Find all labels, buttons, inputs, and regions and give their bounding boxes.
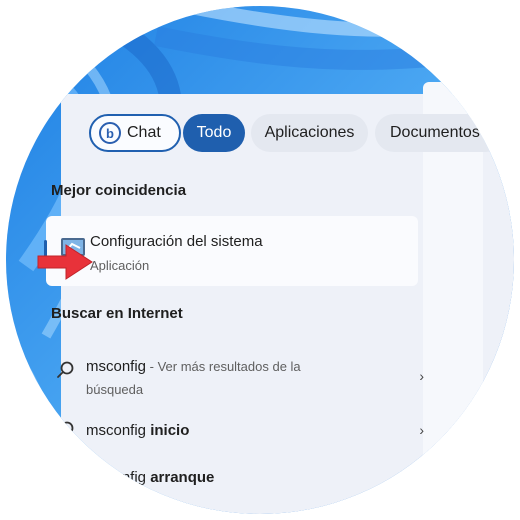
web-result-2[interactable]: msconfig inicio › [56, 414, 424, 444]
web-result-2-bold: inicio [146, 422, 190, 439]
web-result-1-suffix: - Ver más resultados de la [146, 359, 301, 374]
chat-chip[interactable]: b Chat [89, 114, 181, 152]
chat-chip-label: Chat [127, 124, 161, 141]
search-icon [57, 421, 74, 438]
all-chip-label: Todo [196, 124, 232, 141]
magnifier-circle: b Chat Todo Aplicaciones Documentos Mejo… [6, 6, 514, 514]
best-match-heading: Mejor coincidencia [51, 182, 187, 199]
web-result-1-text: msconfig - Ver más resultados de la [86, 358, 301, 375]
web-result-3-text: msconfig arranque [86, 469, 214, 486]
web-result-3-bold: arranque [146, 469, 215, 486]
web-result-1[interactable]: msconfig - Ver más resultados de la búsq… [56, 350, 424, 400]
best-match-subtitle: Aplicación [90, 258, 150, 273]
web-result-3[interactable]: msconfig arranque [56, 461, 416, 491]
documents-chip[interactable]: Documentos [375, 114, 505, 152]
chevron-right-icon: › [419, 368, 424, 384]
bing-chat-icon: b [99, 122, 121, 144]
web-result-2-text: msconfig inicio [86, 422, 189, 439]
search-icon [57, 361, 74, 378]
chevron-right-icon: › [419, 422, 424, 438]
web-result-1-query: msconfig [86, 358, 147, 375]
web-search-heading: Buscar en Internet [51, 305, 183, 322]
web-result-3-query: msconfig [86, 469, 147, 486]
search-icon [57, 468, 74, 485]
apps-chip-label: Aplicaciones [264, 124, 355, 141]
web-result-2-query: msconfig [86, 422, 147, 439]
apps-chip[interactable]: Aplicaciones [251, 114, 368, 152]
best-match-result[interactable] [46, 216, 418, 286]
web-result-1-suffix-2: búsqueda [86, 382, 144, 397]
red-arrow-pointer [37, 244, 93, 280]
documents-chip-label: Documentos [390, 124, 480, 141]
best-match-title: Configuración del sistema [90, 233, 263, 250]
all-chip[interactable]: Todo [183, 114, 245, 152]
